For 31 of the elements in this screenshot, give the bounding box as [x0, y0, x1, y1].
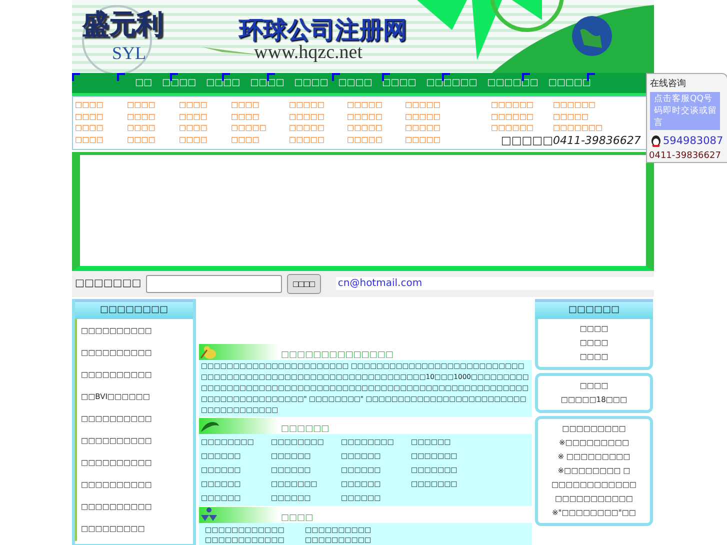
phone-number: 0411-39836627	[648, 151, 722, 161]
site-title: 环球公司注册网	[239, 15, 407, 44]
widget-title: 在线咨询	[649, 78, 687, 91]
phone-number: □□□□□0411-39836627	[501, 134, 641, 146]
section-title: □□□□□□	[281, 424, 330, 434]
logo-subtitle: SYL	[112, 43, 146, 64]
nav-link[interactable]: □□□□	[206, 78, 240, 88]
nav-link[interactable]: □□□□	[250, 78, 284, 88]
nav-link[interactable]: □□□□□□	[487, 78, 538, 88]
column-header: □□□□□□□□	[75, 298, 193, 318]
nav-link[interactable]: □□□□	[382, 78, 416, 88]
chat-prompt[interactable]: 点击客服QQ号码即时交谈或留言	[650, 92, 720, 130]
logo: 盛元利	[82, 8, 163, 42]
email-address: cn@hotmail.com	[336, 277, 654, 290]
bird-icon	[199, 344, 219, 360]
section-title: □□□□□□□□□□□□□□	[281, 350, 394, 360]
nav-link[interactable]: □□□□	[338, 78, 372, 88]
nav-link[interactable]: □□	[135, 78, 152, 88]
nav-link[interactable]: □□□□□□	[426, 78, 478, 88]
section-title: □□□□	[281, 512, 314, 522]
search-button[interactable]: □□□□	[287, 274, 321, 294]
nav-link[interactable]: □□□□	[162, 78, 196, 88]
penguin-icon	[650, 134, 662, 147]
qq-number[interactable]: 594983087	[663, 134, 724, 146]
nav-link[interactable]: □□□□	[294, 78, 328, 88]
search-field[interactable]	[146, 274, 282, 292]
site-url: www.hqzc.net	[254, 42, 363, 64]
hearts-icon	[199, 506, 219, 522]
search-label: □□□□□□□	[75, 278, 142, 289]
column-header: □□□□□□	[535, 298, 653, 318]
nav-link[interactable]: □□□□□	[548, 78, 591, 88]
